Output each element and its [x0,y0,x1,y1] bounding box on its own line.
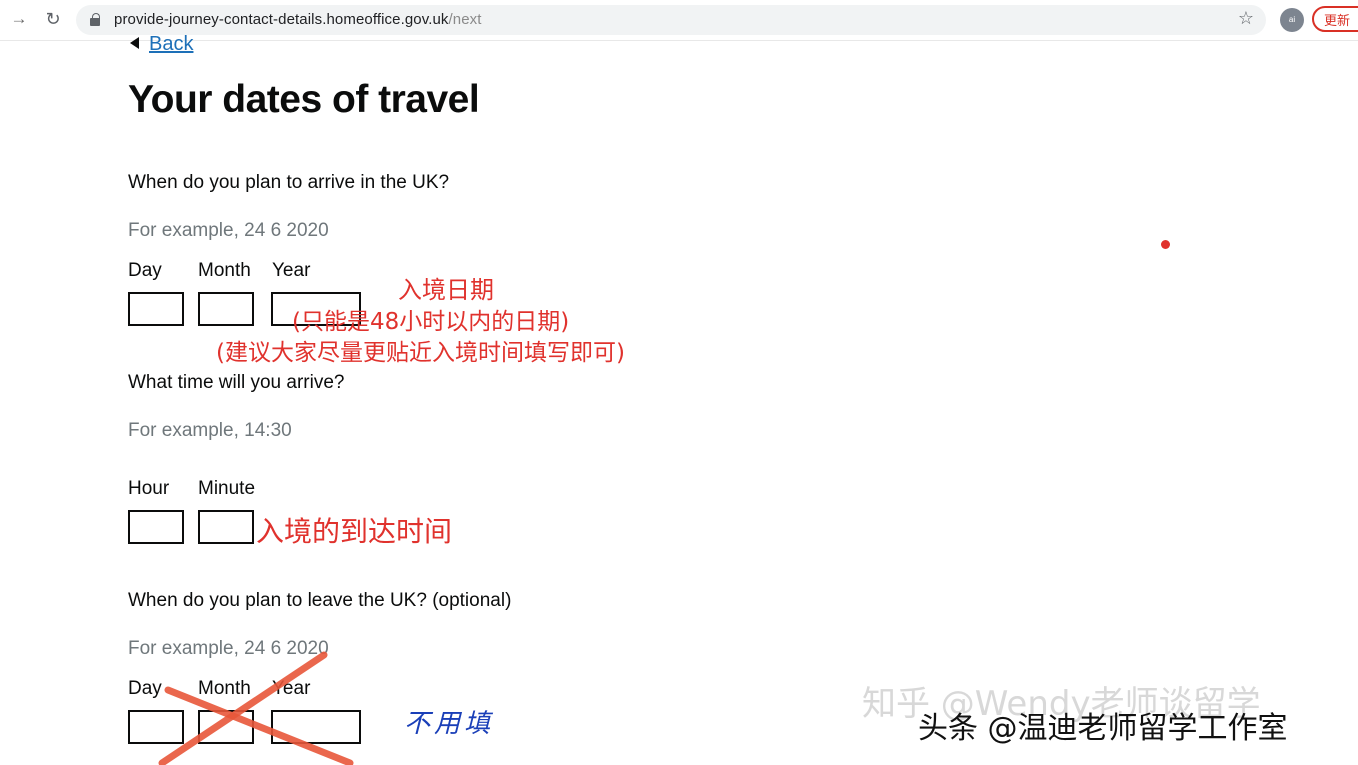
bookmark-star-icon[interactable]: ☆ [1238,8,1254,29]
time-question: What time will you arrive? [128,372,345,393]
time-hint: For example, 14:30 [128,420,292,441]
time-hour-input[interactable] [128,510,184,544]
toutiao-watermark: 头条 @温迪老师留学工作室 [918,711,1288,746]
back-triangle-icon [130,37,139,49]
browser-toolbar: → ↻ provide-journey-contact-details.home… [0,0,1358,41]
annotation-suggestion: (建议大家尽量更贴近入境时间填写即可) [216,340,625,366]
back-arrow-icon[interactable]: → [8,8,30,30]
arrive-month-input[interactable] [198,292,254,326]
time-minute-label: Minute [198,478,256,499]
leave-question: When do you plan to leave the UK? (optio… [128,590,512,611]
arrive-question: When do you plan to arrive in the UK? [128,172,450,193]
red-dot-mark [1161,240,1170,249]
url-text[interactable]: provide-journey-contact-details.homeoffi… [114,11,482,28]
update-button[interactable]: 更新 [1312,6,1358,32]
arrive-month-label: Month [198,260,251,281]
annotation-entry-date: 入境日期 [398,276,494,304]
back-link[interactable]: Back [130,33,193,56]
arrive-hint: For example, 24 6 2020 [128,220,329,241]
annotation-arrival-time: 入境的到达时间 [256,515,453,548]
lock-icon[interactable] [90,13,100,26]
cross-out-mark [158,651,354,765]
address-bar[interactable]: provide-journey-contact-details.homeoffi… [76,5,1266,35]
arrive-year-label: Year [272,260,311,281]
url-path: /next [448,11,482,28]
back-link-label: Back [149,33,194,55]
annotation-no-need: 不用填 [404,709,495,739]
arrive-day-label: Day [128,260,162,281]
profile-avatar[interactable]: ai [1280,8,1304,32]
arrive-day-input[interactable] [128,292,184,326]
time-minute-input[interactable] [198,510,254,544]
url-host: provide-journey-contact-details.homeoffi… [114,11,449,28]
time-hour-label: Hour [128,478,170,499]
annotation-within-48h: (只能是48小时以内的日期) [292,309,570,335]
page-title: Your dates of travel [128,78,480,121]
reload-icon[interactable]: ↻ [42,8,64,30]
